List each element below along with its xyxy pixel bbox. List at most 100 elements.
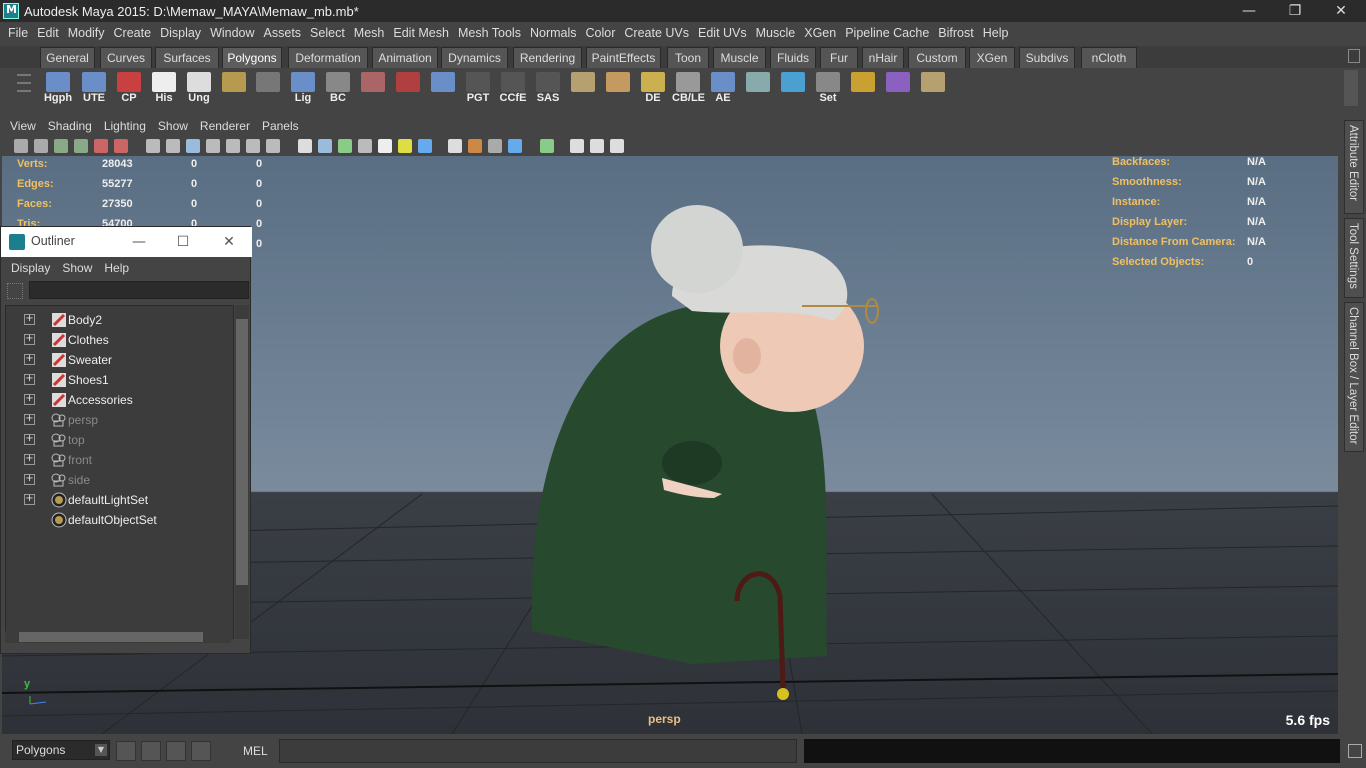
viewport-toolbar-icon-4[interactable] — [94, 139, 108, 153]
viewport-toolbar-icon-20[interactable] — [448, 139, 462, 153]
shelf-tab-polygons[interactable]: Polygons — [222, 47, 282, 68]
shelf-tab-animation[interactable]: Animation — [372, 47, 438, 68]
viewport-toolbar-icon-0[interactable] — [14, 139, 28, 153]
shelf-tool-sas[interactable]: SAS — [532, 72, 564, 106]
layout-icon[interactable] — [116, 741, 136, 761]
outliner-item-shoes1[interactable]: + Shoes1 — [6, 370, 233, 390]
shelf-tab-muscle[interactable]: Muscle — [713, 47, 766, 68]
outliner-item-accessories[interactable]: + Accessories — [6, 390, 233, 410]
expand-icon[interactable]: + — [24, 354, 35, 365]
viewport-toolbar-icon-17[interactable] — [378, 139, 392, 153]
menu-item-edit-mesh[interactable]: Edit Mesh — [389, 26, 454, 40]
menu-item-window[interactable]: Window — [206, 26, 259, 40]
shelf-tab-deformation[interactable]: Deformation — [288, 47, 368, 68]
outliner-item-defaultlightset[interactable]: + defaultLightSet — [6, 490, 233, 510]
shelf-tool-hgph[interactable]: Hgph — [42, 72, 74, 106]
shelf-tool-icon-16[interactable] — [602, 72, 634, 106]
script-editor-icon[interactable] — [1348, 744, 1362, 758]
viewport-toolbar-icon-6[interactable] — [146, 139, 160, 153]
viewport-toolbar-icon-18[interactable] — [398, 139, 412, 153]
shelf-tool-lig[interactable]: Lig — [287, 72, 319, 106]
shelf-tab-surfaces[interactable]: Surfaces — [155, 47, 219, 68]
viewport-toolbar-icon-3[interactable] — [74, 139, 88, 153]
outliner-item-clothes[interactable]: + Clothes — [6, 330, 233, 350]
shelf-tool-ae[interactable]: AE — [707, 72, 739, 106]
outliner-maximize-icon[interactable]: ☐ — [169, 231, 197, 253]
viewport-toolbar-icon-22[interactable] — [488, 139, 502, 153]
viewport-toolbar-icon-19[interactable] — [418, 139, 432, 153]
outliner-item-top[interactable]: + top — [6, 430, 233, 450]
viewport-toolbar-icon-8[interactable] — [186, 139, 200, 153]
outliner-item-body2[interactable]: + Body2 — [6, 310, 233, 330]
expand-icon[interactable]: + — [24, 454, 35, 465]
viewport-toolbar-icon-11[interactable] — [246, 139, 260, 153]
shelf-tab-custom[interactable]: Custom — [908, 47, 966, 68]
viewport-toolbar-icon-2[interactable] — [54, 139, 68, 153]
shelf-tab-curves[interactable]: Curves — [100, 47, 152, 68]
viewport-toolbar-icon-26[interactable] — [590, 139, 604, 153]
side-tab-attribute-editor[interactable]: Attribute Editor — [1344, 120, 1364, 214]
menu-item-mesh-tools[interactable]: Mesh Tools — [454, 26, 526, 40]
viewport-toolbar-icon-21[interactable] — [468, 139, 482, 153]
outliner-window[interactable]: Outliner — ☐ ✕ Display Show Help + Body2 + Cl… — [0, 226, 252, 654]
menu-item-mesh[interactable]: Mesh — [350, 26, 390, 40]
menu-item-muscle[interactable]: Muscle — [752, 26, 801, 40]
menu-item-file[interactable]: File — [4, 26, 33, 40]
outliner-list[interactable]: + Body2 + Clothes + Sweater + Shoes1 + Accessorie… — [5, 305, 234, 639]
shelf-tab-rendering[interactable]: Rendering — [513, 47, 582, 68]
viewport-toolbar-icon-24[interactable] — [540, 139, 554, 153]
menu-item-bifrost[interactable]: Bifrost — [934, 26, 978, 40]
outliner-menu-show[interactable]: Show — [58, 261, 100, 275]
menu-item-normals[interactable]: Normals — [526, 26, 582, 40]
shelf-tab-dynamics[interactable]: Dynamics — [441, 47, 508, 68]
shelf-tab-subdivs[interactable]: Subdivs — [1019, 47, 1075, 68]
menu-item-color[interactable]: Color — [582, 26, 621, 40]
outliner-layout-icon[interactable] — [141, 741, 161, 761]
menu-item-select[interactable]: Select — [306, 26, 350, 40]
panel-menu-view[interactable]: View — [4, 119, 42, 133]
outliner-search-input[interactable] — [29, 281, 249, 299]
shelf-tab-fur[interactable]: Fur — [820, 47, 858, 68]
panel-menu-lighting[interactable]: Lighting — [98, 119, 152, 133]
viewport-toolbar-icon-23[interactable] — [508, 139, 522, 153]
expand-icon[interactable]: + — [24, 474, 35, 485]
viewport-toolbar-icon-10[interactable] — [226, 139, 240, 153]
panel-menu-renderer[interactable]: Renderer — [194, 119, 256, 133]
shelf-tool-icon-5[interactable] — [218, 72, 250, 106]
shelf-tool-icon-9[interactable] — [357, 72, 389, 106]
outliner-menu-help[interactable]: Help — [100, 261, 137, 275]
side-tab-channel-box-layer-editor[interactable]: Channel Box / Layer Editor — [1344, 302, 1364, 452]
viewport-toolbar-icon-16[interactable] — [358, 139, 372, 153]
shelf-tool-icon-20[interactable] — [742, 72, 774, 106]
menu-item-xgen[interactable]: XGen — [800, 26, 841, 40]
shelf-tool-icon-24[interactable] — [882, 72, 914, 106]
shelf-tool-icon-6[interactable] — [252, 72, 284, 106]
shelf-tool-cp[interactable]: CP — [113, 72, 145, 106]
viewport-toolbar-icon-1[interactable] — [34, 139, 48, 153]
viewport-toolbar-icon-7[interactable] — [166, 139, 180, 153]
panel-menu-panels[interactable]: Panels — [256, 119, 305, 133]
outliner-item-defaultobjectset[interactable]: defaultObjectSet — [6, 510, 233, 530]
viewport-toolbar-icon-13[interactable] — [298, 139, 312, 153]
menu-item-help[interactable]: Help — [979, 26, 1014, 40]
trash-icon[interactable] — [1348, 49, 1360, 63]
shelf-tool-icon-10[interactable] — [392, 72, 424, 106]
shelf-tool-ute[interactable]: UTE — [78, 72, 110, 106]
viewport-toolbar-icon-27[interactable] — [610, 139, 624, 153]
menu-item-create[interactable]: Create — [110, 26, 157, 40]
outliner-menu-display[interactable]: Display — [7, 261, 58, 275]
shelf-menu-grip[interactable] — [10, 68, 38, 108]
shelf-tool-cb-le[interactable]: CB/LE — [672, 72, 705, 106]
shelf-tool-icon-21[interactable] — [777, 72, 809, 106]
outliner-vertical-scrollbar[interactable] — [235, 305, 249, 639]
script-layout-icon[interactable] — [191, 741, 211, 761]
menu-item-assets[interactable]: Assets — [260, 26, 307, 40]
shelf-tab-fluids[interactable]: Fluids — [770, 47, 816, 68]
shelf-tool-icon-23[interactable] — [847, 72, 879, 106]
menu-set-dropdown[interactable]: Polygons ▼ — [12, 740, 110, 760]
expand-icon[interactable]: + — [24, 334, 35, 345]
menu-item-modify[interactable]: Modify — [64, 26, 110, 40]
outliner-title-bar[interactable]: Outliner — ☐ ✕ — [1, 227, 252, 257]
shelf-tool-icon-11[interactable] — [427, 72, 459, 106]
outliner-item-front[interactable]: + front — [6, 450, 233, 470]
